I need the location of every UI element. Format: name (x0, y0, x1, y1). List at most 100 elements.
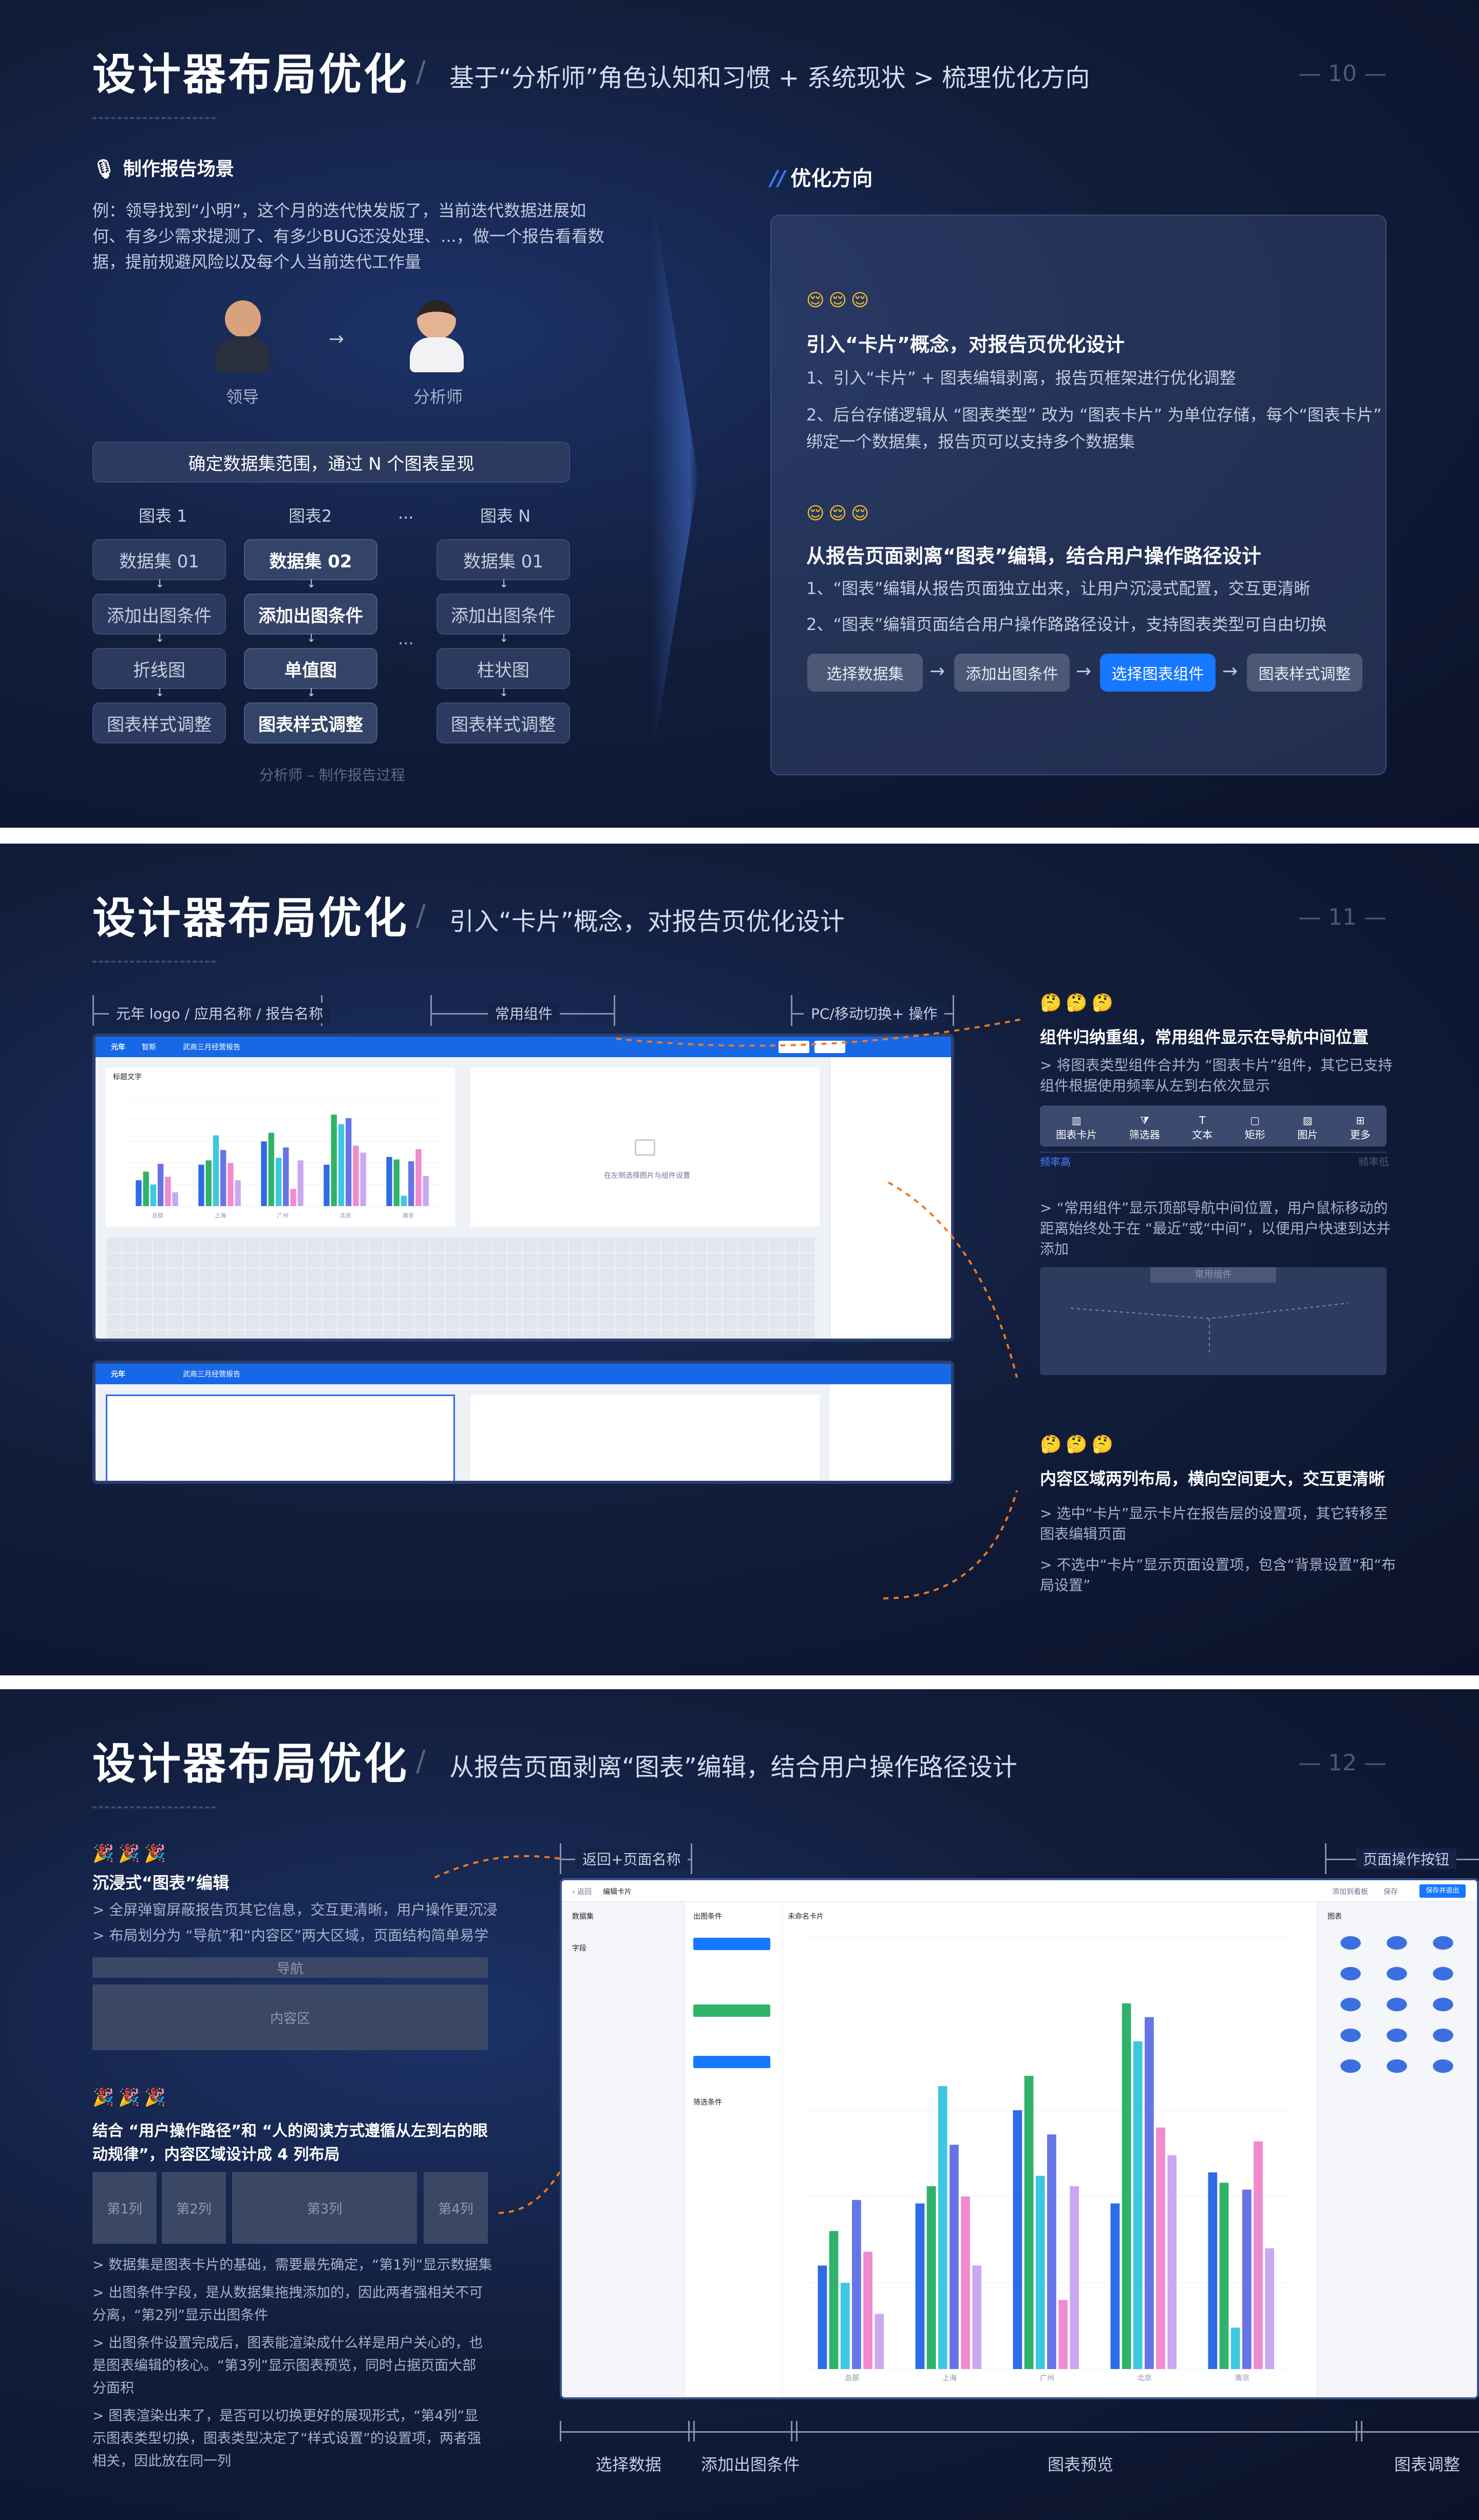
flow-step-2-2: 添加出图条件 (244, 594, 377, 635)
step-style-adjust: 图表样式调整 (1247, 654, 1362, 692)
bar-3-2 (1133, 2041, 1143, 2369)
bar-1-1 (205, 1160, 212, 1206)
title-underline (92, 961, 216, 963)
col-2: 第2列 (162, 2172, 226, 2244)
bar-0-4 (863, 2251, 873, 2369)
toolbar-item-3[interactable]: ▢ 矩形 (1245, 1114, 1265, 1141)
title-divider: / (416, 55, 426, 89)
t2-desc: > 选中“卡片”显示卡片在报告层的设置项，其它转移至 图表编辑页面 > 不选中“卡… (1040, 1505, 1396, 1594)
slide-title: 设计器布局优化 (92, 1739, 409, 1789)
flow-step-1-3: 折线图 (92, 648, 226, 689)
slide-10: 设计器布局优化 / 基于“分析师”角色认知和习惯 + 系统现状 > 梳理优化方向… (0, 0, 1479, 828)
bar-3-4 (353, 1146, 359, 1206)
bar-4-1 (393, 1159, 400, 1206)
label-back-title: 返回+页面名称 (575, 1848, 688, 1869)
flow-step-2-3: 单值图 (244, 648, 377, 689)
flow-step-3-3: 柱状图 (437, 648, 570, 689)
chart-card[interactable]: 标题文字 总部 上海 广州 北京 南京 (106, 1067, 455, 1227)
bar-0-2 (840, 2283, 850, 2369)
bar-4-5 (1265, 2248, 1275, 2369)
bar-3-0 (1110, 2203, 1120, 2369)
title-divider: / (416, 1745, 426, 1778)
bar-1-2 (938, 2086, 947, 2369)
label-select-data: 选择数据 (596, 2455, 662, 2474)
bar-4-3 (1242, 2189, 1252, 2369)
bar-2-2 (1035, 2175, 1045, 2369)
arrow-down-icon: ↓ (307, 632, 316, 645)
tick-label: 总部 (845, 2374, 859, 2382)
flow-step-3-4: 图表样式调整 (437, 702, 570, 743)
condition-column: 出图条件 筛选条件 (685, 1902, 783, 2397)
chart-type-grid[interactable] (1328, 1927, 1466, 2082)
glow-divider (652, 195, 698, 760)
bar-3-3 (1145, 2017, 1154, 2369)
arrow-down-icon: ↓ (499, 578, 509, 590)
bar-2-4 (290, 1189, 296, 1206)
selected-chart-card[interactable] (106, 1395, 455, 1481)
bar-0-3 (852, 2200, 861, 2369)
t2-title: 内容区域两列布局，横向空间更大，交互更清晰 (1040, 1469, 1386, 1488)
bar-4-4 (1254, 2141, 1263, 2369)
leader-avatar (216, 300, 270, 372)
bar-2-1 (268, 1133, 274, 1206)
flow-step-1-4: 图表样式调整 (92, 702, 226, 743)
p1-title: 引入“卡片”概念，对报告页优化设计 (806, 333, 1125, 356)
common-area-diagram: 常用组件 (1040, 1267, 1387, 1375)
bar-1-1 (926, 2186, 936, 2369)
bar-3-0 (324, 1164, 330, 1206)
emoji-icons-2: 😌😌😌 (806, 503, 874, 524)
text-icon: T (1199, 1114, 1206, 1127)
bar-4-2 (1230, 2327, 1240, 2369)
bracket-common: 常用组件 (488, 1003, 560, 1023)
common-toolbar: ▥ 图表卡片 ⧩ 筛选器 T 文本 ▢ 矩形 ▨ 图片 ⊞ 更多 (1040, 1105, 1387, 1147)
scene-title: 🎙 制作报告场景 (92, 159, 234, 180)
scene-text: 例：领导找到“小明”，这个月的迭代快发版了，当前迭代数据进展如 何、有多少需求提… (92, 201, 604, 272)
bar-4-0 (1208, 2172, 1218, 2369)
page-number: — 11 — (1298, 904, 1387, 930)
chart-editor-mock: ‹ 返回 编辑卡片 添加到看板 保存 保存并退出 数据集 字段 出图条件 筛选条… (560, 1878, 1479, 2399)
flow-step-2-1: 数据集 02 (244, 539, 377, 580)
bar-3-4 (1156, 2127, 1165, 2369)
analyst-avatar (410, 300, 464, 372)
analyst-label: 分析师 (413, 387, 463, 407)
toolbar-item-1[interactable]: ⧩ 筛选器 (1129, 1114, 1160, 1141)
bar-0-2 (150, 1185, 157, 1206)
toolbar-item-4[interactable]: ▨ 图片 (1297, 1114, 1318, 1141)
party-icons-1: 🎉🎉🎉 (92, 1843, 170, 1864)
col-head-n: 图表 N (480, 506, 531, 526)
arrow-down-icon: ↓ (307, 686, 316, 699)
page-number: — 12 — (1298, 1750, 1387, 1776)
toolbar-item-5[interactable]: ⊞ 更多 (1350, 1114, 1371, 1141)
toolbar-item-0[interactable]: ▥ 图表卡片 (1056, 1114, 1097, 1141)
bar-2-3 (283, 1147, 289, 1206)
bar-4-0 (386, 1157, 392, 1206)
arrow-right-icon: → (1222, 661, 1238, 682)
chart-preview-column: 未命名卡片 总部 上海 广州 北京 南京 (783, 1902, 1317, 2397)
bar-2-5 (1070, 2186, 1079, 2369)
bar-1-5 (972, 2265, 982, 2369)
bar-2-5 (297, 1160, 304, 1206)
col-head-dots: ... (398, 503, 414, 523)
tick-label: 上海 (215, 1212, 226, 1219)
party-icons-2: 🎉🎉🎉 (92, 2087, 170, 2108)
save-exit-button[interactable]: 保存并退出 (1419, 1884, 1466, 1898)
scope-box: 确定数据集范围，通过 N 个图表呈现 (92, 442, 570, 483)
annotation-arrows (616, 1018, 1022, 1378)
slide-subtitle: 从报告页面剥离“图表”编辑，结合用户操作路径设计 (449, 1753, 1017, 1782)
label-chart-adjust: 图表调整 (1394, 2455, 1461, 2474)
bar-3-3 (346, 1118, 352, 1206)
bar-0-0 (136, 1180, 142, 1206)
bar-2-0 (261, 1141, 267, 1206)
p2-text: 1、“图表”编辑从报告页面独立出来，让用户沉浸式配置，交互更清晰 2、“图表”编… (806, 579, 1327, 634)
chart-card-title: 标题文字 (113, 1073, 142, 1081)
label-page-actions: 页面操作按钮 (1356, 1848, 1457, 1869)
bar-2-0 (1013, 2110, 1022, 2369)
step-select-dataset: 选择数据集 (807, 654, 923, 692)
toolbar-item-2[interactable]: T 文本 (1192, 1114, 1212, 1141)
emoji-icons-1: 🤔🤔🤔 (1040, 992, 1118, 1013)
arrow-right-icon: → (329, 329, 345, 350)
bar-3-1 (1122, 2003, 1131, 2369)
a-title: 沉浸式“图表”编辑 (92, 1873, 230, 1893)
slash-icon: // (770, 167, 786, 190)
step-add-condition: 添加出图条件 (954, 654, 1070, 692)
